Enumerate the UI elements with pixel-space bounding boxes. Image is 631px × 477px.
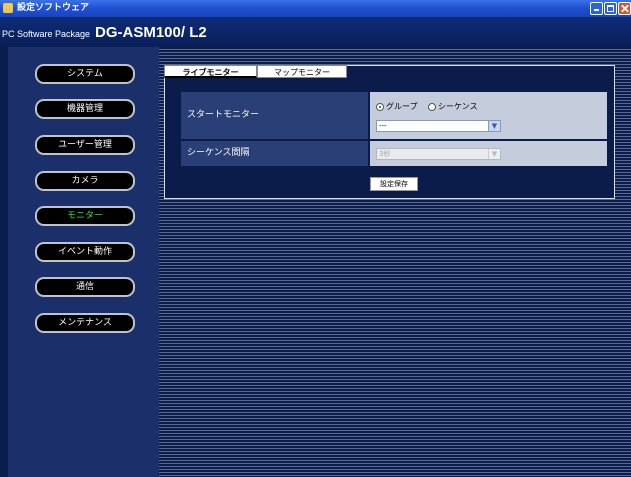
tab-map-monitor[interactable]: マップモニター xyxy=(257,65,347,78)
sequence-interval-label: シーケンス間隔 xyxy=(181,141,368,166)
nav-device-button[interactable]: 機器管理 xyxy=(35,99,135,119)
sidebar: システム 機器管理 ユーザー管理 カメラ モニター イベント動作 通信 メンテナ… xyxy=(8,47,159,477)
nav-monitor-button[interactable]: モニター xyxy=(35,206,135,226)
sequence-interval-select[interactable]: 3秒 ▼ xyxy=(376,148,501,160)
radio-group[interactable] xyxy=(376,103,384,111)
nav-maintenance-button[interactable]: メンテナンス xyxy=(35,313,135,333)
minimize-icon[interactable] xyxy=(590,2,603,15)
app-header: PC Software Package DG-ASM100/ L2 xyxy=(0,17,631,47)
window-title: 設定ソフトウェア xyxy=(17,3,90,13)
sequence-interval-row: シーケンス間隔 3秒 ▼ xyxy=(181,141,607,166)
settings-form: スタートモニター グループ シーケンス --- ▼ シーケンス間隔 3秒 ▼ xyxy=(181,92,607,172)
nav-system-button[interactable]: システム xyxy=(35,64,135,84)
maximize-icon[interactable] xyxy=(604,2,617,15)
start-monitor-value: グループ シーケンス --- ▼ xyxy=(370,92,607,139)
nav-event-button[interactable]: イベント動作 xyxy=(35,242,135,262)
nav-comm-button[interactable]: 通信 xyxy=(35,277,135,297)
sequence-interval-select-value: 3秒 xyxy=(379,150,391,158)
radio-group-label: グループ xyxy=(386,102,418,111)
save-settings-button[interactable]: 設定保存 xyxy=(370,177,418,191)
title-bar: 設定ソフトウェア xyxy=(0,0,631,17)
nav-user-button[interactable]: ユーザー管理 xyxy=(35,135,135,155)
radio-sequence[interactable] xyxy=(428,103,436,111)
start-monitor-select-value: --- xyxy=(379,122,387,130)
start-monitor-select[interactable]: --- ▼ xyxy=(376,120,501,132)
package-label: PC Software Package xyxy=(2,29,91,39)
start-monitor-row: スタートモニター グループ シーケンス --- ▼ xyxy=(181,92,607,139)
nav-camera-button[interactable]: カメラ xyxy=(35,171,135,191)
model-name: DG-ASM100/ L2 xyxy=(95,24,207,41)
close-icon[interactable] xyxy=(618,2,631,15)
app-icon xyxy=(3,3,13,13)
chevron-down-icon: ▼ xyxy=(488,121,500,131)
app-window: 設定ソフトウェア PC Software Package DG-ASM100/ … xyxy=(0,0,631,477)
start-monitor-label: スタートモニター xyxy=(181,92,368,139)
radio-sequence-label: シーケンス xyxy=(438,102,478,111)
sequence-interval-value: 3秒 ▼ xyxy=(370,141,607,166)
tab-live-monitor[interactable]: ライブモニター xyxy=(164,65,257,78)
chevron-down-icon: ▼ xyxy=(488,149,500,159)
